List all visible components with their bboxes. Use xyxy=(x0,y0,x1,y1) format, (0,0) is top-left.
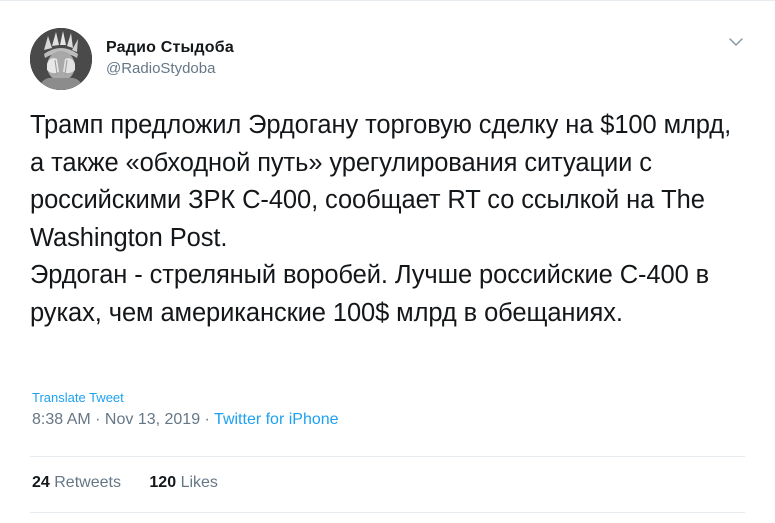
likes-label: Likes xyxy=(180,474,218,491)
chevron-down-icon[interactable] xyxy=(726,32,746,52)
tweet-header: Радио Стыдоба @RadioStydoba xyxy=(30,28,750,92)
likes-count: 120 xyxy=(149,474,177,491)
user-handle[interactable]: @RadioStydoba xyxy=(106,59,234,79)
tweet-time[interactable]: 8:38 AM xyxy=(32,411,91,428)
meta-separator: · xyxy=(200,411,215,428)
divider xyxy=(30,512,745,513)
translate-tweet-link[interactable]: Translate Tweet xyxy=(32,390,124,405)
tweet-paragraph: Эрдоган - стреляный воробей. Лучше росси… xyxy=(30,261,717,327)
meta-separator: · xyxy=(90,411,105,428)
display-name[interactable]: Радио Стыдоба xyxy=(106,38,234,58)
retweets-label: Retweets xyxy=(54,474,121,491)
tweet-paragraph: Трамп предложил Эрдогану торговую сделку… xyxy=(30,111,739,252)
retweets-count: 24 xyxy=(32,474,50,491)
tweet-meta: 8:38 AM · Nov 13, 2019 · Twitter for iPh… xyxy=(32,410,339,430)
user-names: Радио Стыдоба @RadioStydoba xyxy=(106,38,234,79)
tweet-date[interactable]: Nov 13, 2019 xyxy=(105,411,200,428)
tweet-source-link[interactable]: Twitter for iPhone xyxy=(214,411,339,428)
tweet-card: Радио Стыдоба @RadioStydoba Трамп предло… xyxy=(0,0,775,523)
tweet-stats: 24 Retweets 120 Likes xyxy=(32,473,242,493)
likes-stat[interactable]: 120 Likes xyxy=(149,473,218,493)
statue-of-liberty-avatar-icon xyxy=(30,28,92,90)
retweets-stat[interactable]: 24 Retweets xyxy=(32,473,121,493)
divider xyxy=(30,456,745,457)
tweet-text: Трамп предложил Эрдогану торговую сделку… xyxy=(30,107,750,332)
avatar[interactable] xyxy=(30,28,92,90)
